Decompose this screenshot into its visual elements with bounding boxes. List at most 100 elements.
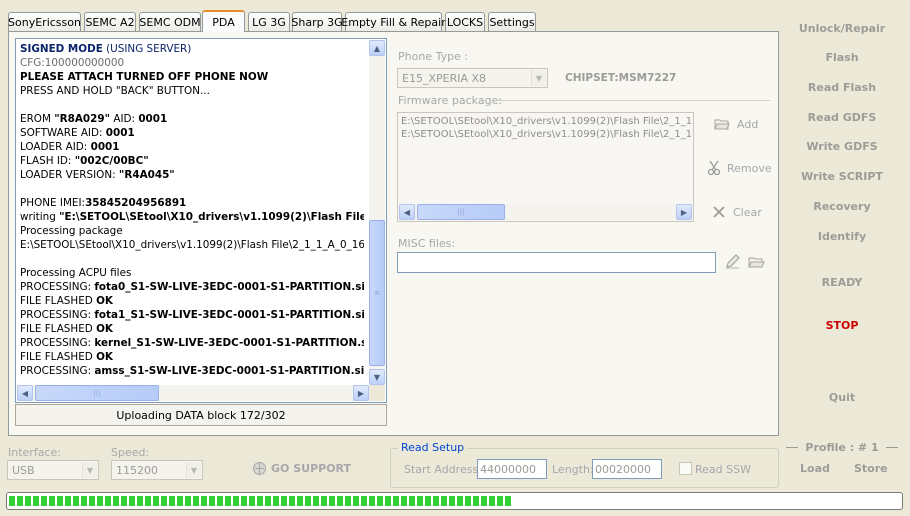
log-file-flashed: FILE FLASHED: [20, 351, 97, 363]
tab-semc-odm[interactable]: SEMC ODM: [139, 12, 201, 31]
go-support-label: GO SUPPORT: [271, 462, 352, 475]
load-profile-button[interactable]: Load: [800, 462, 830, 475]
firmware-list[interactable]: E:\SETOOL\SEtool\X10_drivers\v1.1099(2)\…: [397, 112, 694, 222]
scroll-thumb[interactable]: |||: [417, 204, 505, 220]
add-label: Add: [737, 117, 759, 131]
support-globe-icon: [253, 462, 266, 475]
unlock-repair-button[interactable]: Unlock/Repair: [782, 22, 902, 35]
log-processing-label: PROCESSING:: [20, 365, 95, 377]
store-profile-button[interactable]: Store: [854, 462, 888, 475]
firmware-list-item[interactable]: E:\SETOOL\SEtool\X10_drivers\v1.1099(2)\…: [401, 128, 691, 141]
log-processing-label: PROCESSING:: [20, 309, 95, 321]
log-output[interactable]: SIGNED MODE (USING SERVER) CFG:100000000…: [15, 38, 387, 403]
remove-button[interactable]: Remove: [707, 160, 772, 176]
tab-sonyericsson[interactable]: SonyEricsson: [8, 12, 81, 31]
tab-empty-fill-repair[interactable]: Empty Fill & Repair: [341, 12, 446, 31]
log-processing-label: PROCESSING:: [20, 281, 95, 293]
length-input[interactable]: 00020000: [592, 459, 662, 479]
misc-files-label: MISC files:: [398, 237, 456, 250]
read-ssw-label: Read SSW: [695, 463, 751, 476]
log-loader-aid-label: LOADER AID:: [20, 141, 91, 153]
tab-sharp-3g[interactable]: Sharp 3G: [291, 12, 343, 31]
interface-select[interactable]: USB ▼: [7, 460, 99, 480]
tab-settings[interactable]: Settings: [488, 12, 536, 31]
stop-button[interactable]: STOP: [782, 319, 902, 332]
misc-files-input[interactable]: [397, 252, 716, 273]
firmware-list-item[interactable]: E:\SETOOL\SEtool\X10_drivers\v1.1099(2)\…: [401, 115, 691, 128]
log-signed-mode: SIGNED MODE: [20, 43, 103, 55]
log-flash-id-label: FLASH ID:: [20, 155, 75, 167]
action-panel: Unlock/Repair Flash Read Flash Read GDFS…: [782, 8, 902, 491]
log-attach: PLEASE ATTACH TURNED OFF PHONE NOW: [20, 71, 269, 83]
log-vertical-scrollbar[interactable]: ▲ ≡ ▼: [369, 40, 385, 385]
pencil-icon[interactable]: [724, 254, 741, 273]
chevron-down-icon[interactable]: ▼: [82, 462, 97, 478]
scrollbar-corner: [369, 385, 385, 401]
scroll-right-icon[interactable]: ▶: [353, 385, 369, 401]
log-ok: OK: [96, 295, 113, 307]
add-button[interactable]: Add: [714, 117, 758, 131]
chevron-down-icon[interactable]: ▼: [186, 462, 201, 478]
read-ssw-checkbox[interactable]: [679, 462, 692, 475]
log-processing-acpu: Processing ACPU files: [20, 267, 132, 279]
log-partition-fota1: fota1_S1-SW-LIVE-3EDC-0001-S1-PARTITION.…: [94, 309, 364, 321]
log-imei-label: PHONE IMEI:: [20, 197, 86, 209]
chipset-label: CHIPSET:MSM7227: [565, 72, 677, 84]
log-file-flashed: FILE FLASHED: [20, 323, 97, 335]
identify-button[interactable]: Identify: [782, 230, 902, 243]
chevron-down-icon[interactable]: ▼: [531, 70, 546, 86]
log-press-hold: PRESS AND HOLD "BACK" BUTTON...: [20, 85, 210, 97]
ready-status: READY: [821, 276, 863, 289]
clear-label: Clear: [733, 205, 762, 219]
log-writing-label: writing: [20, 211, 60, 223]
firmware-horizontal-scrollbar[interactable]: ◀ ||| ▶: [399, 204, 692, 220]
scroll-thumb[interactable]: ≡: [369, 220, 385, 366]
start-address-input[interactable]: 44000000: [477, 459, 547, 479]
scroll-up-icon[interactable]: ▲: [369, 40, 385, 56]
speed-label: Speed:: [111, 446, 150, 459]
scroll-left-icon[interactable]: ◀: [399, 204, 415, 220]
phone-type-label: Phone Type :: [398, 50, 469, 63]
log-partition-kernel: kernel_S1-SW-LIVE-3EDC-0001-S1-PARTITION…: [94, 337, 364, 349]
tab-locks[interactable]: LOCKS: [445, 12, 485, 31]
progress-bar: [6, 492, 903, 510]
log-imei: 35845204956891: [85, 197, 187, 209]
folder-open-icon[interactable]: [748, 255, 766, 272]
log-horizontal-scrollbar[interactable]: ◀ ||| ▶: [17, 385, 369, 401]
tab-pda[interactable]: PDA: [202, 10, 245, 32]
go-support-button[interactable]: GO SUPPORT: [252, 461, 351, 476]
scroll-right-icon[interactable]: ▶: [676, 204, 692, 220]
log-cfg: CFG:100000000000: [20, 57, 125, 69]
divider: [495, 100, 770, 101]
tab-semc-a2[interactable]: SEMC A2: [84, 12, 136, 31]
speed-select[interactable]: 115200 ▼: [111, 460, 203, 480]
progress-fill: [9, 496, 513, 506]
log-software-aid-label: SOFTWARE AID:: [20, 127, 106, 139]
phone-type-select[interactable]: E15_XPERIA X8 ▼: [397, 68, 548, 88]
scroll-thumb[interactable]: |||: [35, 385, 159, 401]
log-using-server: (USING SERVER): [102, 43, 192, 55]
log-text: SIGNED MODE (USING SERVER) CFG:100000000…: [20, 42, 364, 384]
read-gdfs-button[interactable]: Read GDFS: [782, 111, 902, 124]
start-address-label: Start Address:: [404, 463, 482, 476]
speed-value: 115200: [116, 463, 158, 477]
read-setup-title: Read Setup: [398, 441, 468, 454]
folder-open-icon: [714, 119, 730, 130]
status-text: Uploading DATA block 172/302: [15, 404, 387, 426]
read-flash-button[interactable]: Read Flash: [782, 81, 902, 94]
scroll-down-icon[interactable]: ▼: [369, 369, 385, 385]
clear-x-icon: [713, 206, 725, 218]
write-gdfs-button[interactable]: Write GDFS: [782, 140, 902, 153]
log-partition-amss: amss_S1-SW-LIVE-3EDC-0001-S1-PARTITION.s…: [94, 365, 364, 377]
clear-button[interactable]: Clear: [711, 204, 762, 220]
write-script-button[interactable]: Write SCRIPT: [782, 170, 902, 183]
length-label: Length:: [552, 463, 594, 476]
tab-lg-3g[interactable]: LG 3G: [248, 12, 290, 31]
log-erom-aid-label: AID:: [110, 113, 139, 125]
recovery-button[interactable]: Recovery: [782, 200, 902, 213]
flash-button[interactable]: Flash: [782, 51, 902, 64]
log-writing-path: "E:\SETOOL\SEtool\X10_drivers\v1.1099(2)…: [59, 211, 364, 223]
quit-button[interactable]: Quit: [782, 391, 902, 404]
interface-label: Interface:: [8, 446, 61, 459]
scroll-left-icon[interactable]: ◀: [17, 385, 33, 401]
